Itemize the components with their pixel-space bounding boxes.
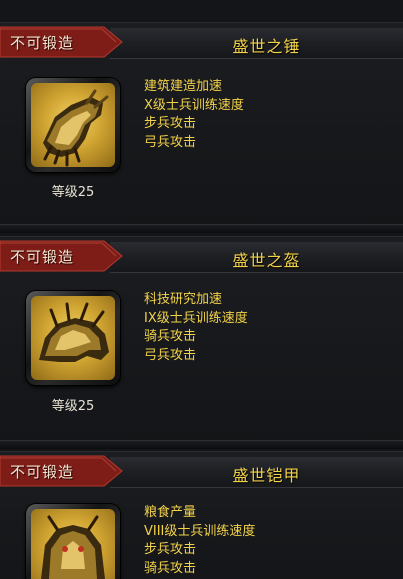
forge-status-ribbon: 不可锻造 <box>0 25 124 59</box>
equipment-icon-frame[interactable] <box>26 291 120 385</box>
card-header: 不可锻造 盛世之盔 <box>0 237 403 277</box>
equipment-icon-frame[interactable] <box>26 78 120 172</box>
attribute-list: 建筑建造加速 X级士兵训练速度 步兵攻击 弓兵攻击 <box>144 78 244 152</box>
attribute-item: 建筑建造加速 <box>144 79 223 94</box>
gauntlet-icon <box>43 89 109 167</box>
forge-status-label: 不可锻造 <box>10 34 75 52</box>
armor-icon <box>41 515 105 579</box>
attribute-item: 科技研究加速 <box>144 292 223 307</box>
attribute-item: X级士兵训练速度 <box>144 97 244 113</box>
forge-status-ribbon: 不可锻造 <box>0 239 124 273</box>
attribute-item: IX级士兵训练速度 <box>144 310 248 326</box>
equipment-icon-frame[interactable] <box>26 504 120 579</box>
attribute-item: 粮食产量 <box>144 505 197 520</box>
attribute-item: 骑兵攻击 <box>144 560 197 576</box>
equipment-card[interactable]: 不可锻造 盛世之锤 等级25 建筑建造加速 X级士兵训练速度 步兵攻击 弓兵攻击 <box>0 22 403 233</box>
attribute-item: 弓兵攻击 <box>144 347 197 363</box>
equipment-name: 盛世之盔 <box>232 251 301 270</box>
forge-status-label: 不可锻造 <box>10 463 75 481</box>
equipment-name: 盛世铠甲 <box>232 466 301 485</box>
attribute-list: 科技研究加速 IX级士兵训练速度 骑兵攻击 弓兵攻击 <box>144 291 248 365</box>
card-header: 不可锻造 盛世之锤 <box>0 23 403 63</box>
forge-status-label: 不可锻造 <box>10 248 75 266</box>
attribute-list: 粮食产量 VIII级士兵训练速度 步兵攻击 骑兵攻击 <box>144 504 255 578</box>
forge-status-ribbon: 不可锻造 <box>0 454 124 488</box>
attribute-item: VIII级士兵训练速度 <box>144 523 256 539</box>
equipment-list: 不可锻造 盛世之锤 等级25 建筑建造加速 X级士兵训练速度 步兵攻击 弓兵攻击 <box>0 0 403 579</box>
level-label: 等级25 <box>51 185 95 200</box>
helmet-icon <box>39 302 109 362</box>
level-label: 等级25 <box>51 399 95 414</box>
card-header: 不可锻造 盛世铠甲 <box>0 452 403 492</box>
equipment-name: 盛世之锤 <box>232 37 301 56</box>
equipment-card[interactable]: 不可锻造 盛世之盔 等级25 科技研究加速 IX级士兵训练速度 骑兵攻击 弓兵攻… <box>0 236 403 449</box>
attribute-item: 骑兵攻击 <box>144 329 197 344</box>
attribute-item: 步兵攻击 <box>144 116 197 131</box>
attribute-item: 步兵攻击 <box>144 542 197 557</box>
equipment-card[interactable]: 不可锻造 盛世铠甲 粮食产量 VIII级士兵训练速度 步兵攻击 骑兵攻击 <box>0 451 403 579</box>
attribute-item: 弓兵攻击 <box>144 134 197 150</box>
